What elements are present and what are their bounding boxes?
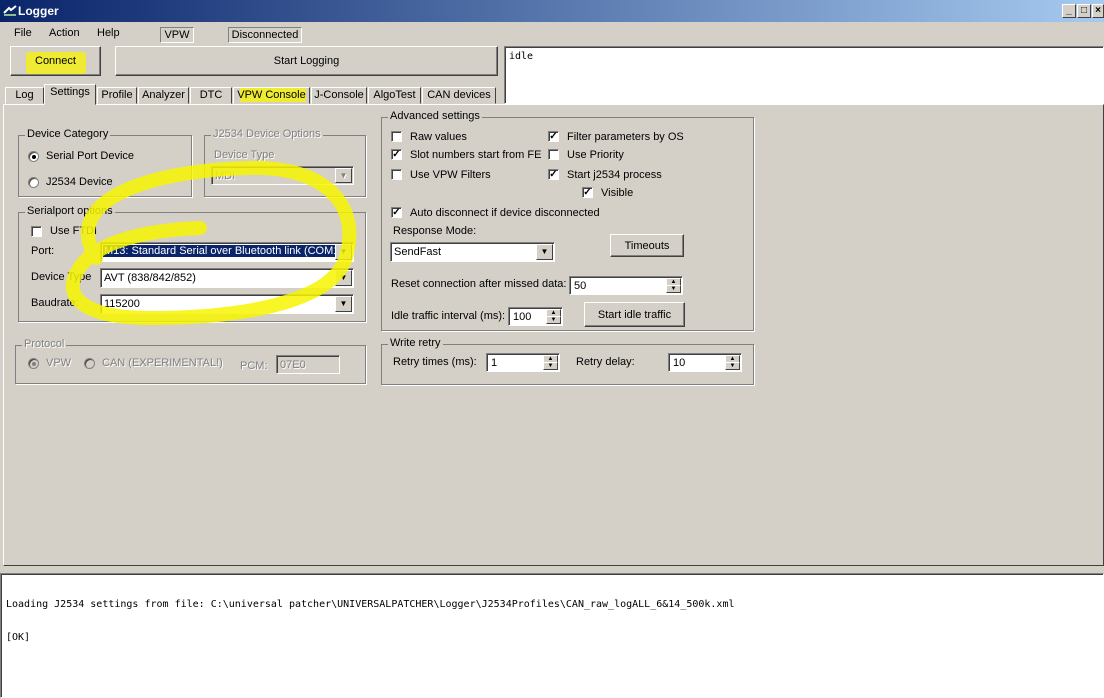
start-j2534-label: Start j2534 process (567, 169, 662, 181)
start-j2534-checkbox[interactable]: ✓ (548, 169, 559, 180)
idle-traffic-label: Idle traffic interval (ms): (391, 310, 506, 322)
chevron-down-icon[interactable]: ▼ (536, 244, 553, 260)
idle-traffic-value: 100 (513, 311, 532, 323)
log-line: Loading J2534 settings from file: C:\uni… (6, 599, 735, 610)
slot-numbers-checkbox[interactable]: ✓ (391, 149, 402, 160)
retry-delay-spinner[interactable]: 10 ▲ ▼ (668, 353, 742, 372)
idle-traffic-spinner[interactable]: 100 ▲ ▼ (508, 307, 563, 326)
log-line: [OK] (6, 632, 31, 643)
auto-disconnect-checkbox[interactable]: ✓ (391, 207, 402, 218)
reset-connection-spinner[interactable]: 50 ▲ ▼ (569, 276, 683, 295)
spin-down-icon[interactable]: ▼ (666, 285, 681, 293)
start-idle-traffic-button[interactable]: Start idle traffic (584, 302, 685, 327)
filter-by-os-label: Filter parameters by OS (567, 131, 684, 143)
retry-times-label: Retry times (ms): (393, 356, 477, 368)
visible-checkbox[interactable]: ✓ (582, 187, 593, 198)
response-mode-label: Response Mode: (393, 225, 477, 237)
timeouts-button[interactable]: Timeouts (610, 234, 684, 257)
advanced-settings-title: Advanced settings (388, 110, 482, 122)
use-vpw-filters-label: Use VPW Filters (410, 169, 491, 181)
retry-times-value: 1 (491, 357, 498, 369)
reset-connection-label: Reset connection after missed data: (391, 278, 567, 290)
raw-values-checkbox[interactable] (391, 131, 402, 142)
response-mode-value: SendFast (394, 246, 442, 258)
use-priority-checkbox[interactable] (548, 149, 559, 160)
visible-label: Visible (601, 187, 634, 199)
raw-values-label: Raw values (410, 131, 467, 143)
spin-down-icon[interactable]: ▼ (725, 362, 740, 370)
response-mode-select[interactable]: SendFast ▼ (390, 242, 555, 262)
filter-by-os-checkbox[interactable]: ✓ (548, 131, 559, 142)
use-priority-label: Use Priority (567, 149, 624, 161)
spin-down-icon[interactable]: ▼ (546, 316, 561, 324)
retry-times-spinner[interactable]: 1 ▲ ▼ (486, 353, 560, 372)
tab-settings[interactable]: Settings (44, 84, 96, 105)
write-retry-title: Write retry (388, 337, 443, 349)
retry-delay-value: 10 (673, 357, 686, 369)
slot-numbers-label: Slot numbers start from FE (410, 149, 542, 161)
auto-disconnect-label: Auto disconnect if device disconnected (410, 207, 600, 219)
retry-delay-label: Retry delay: (576, 356, 635, 368)
spin-down-icon[interactable]: ▼ (543, 362, 558, 370)
log-output[interactable]: Loading J2534 settings from file: C:\uni… (0, 573, 1104, 698)
use-vpw-filters-checkbox[interactable] (391, 169, 402, 180)
reset-connection-value: 50 (574, 280, 587, 292)
